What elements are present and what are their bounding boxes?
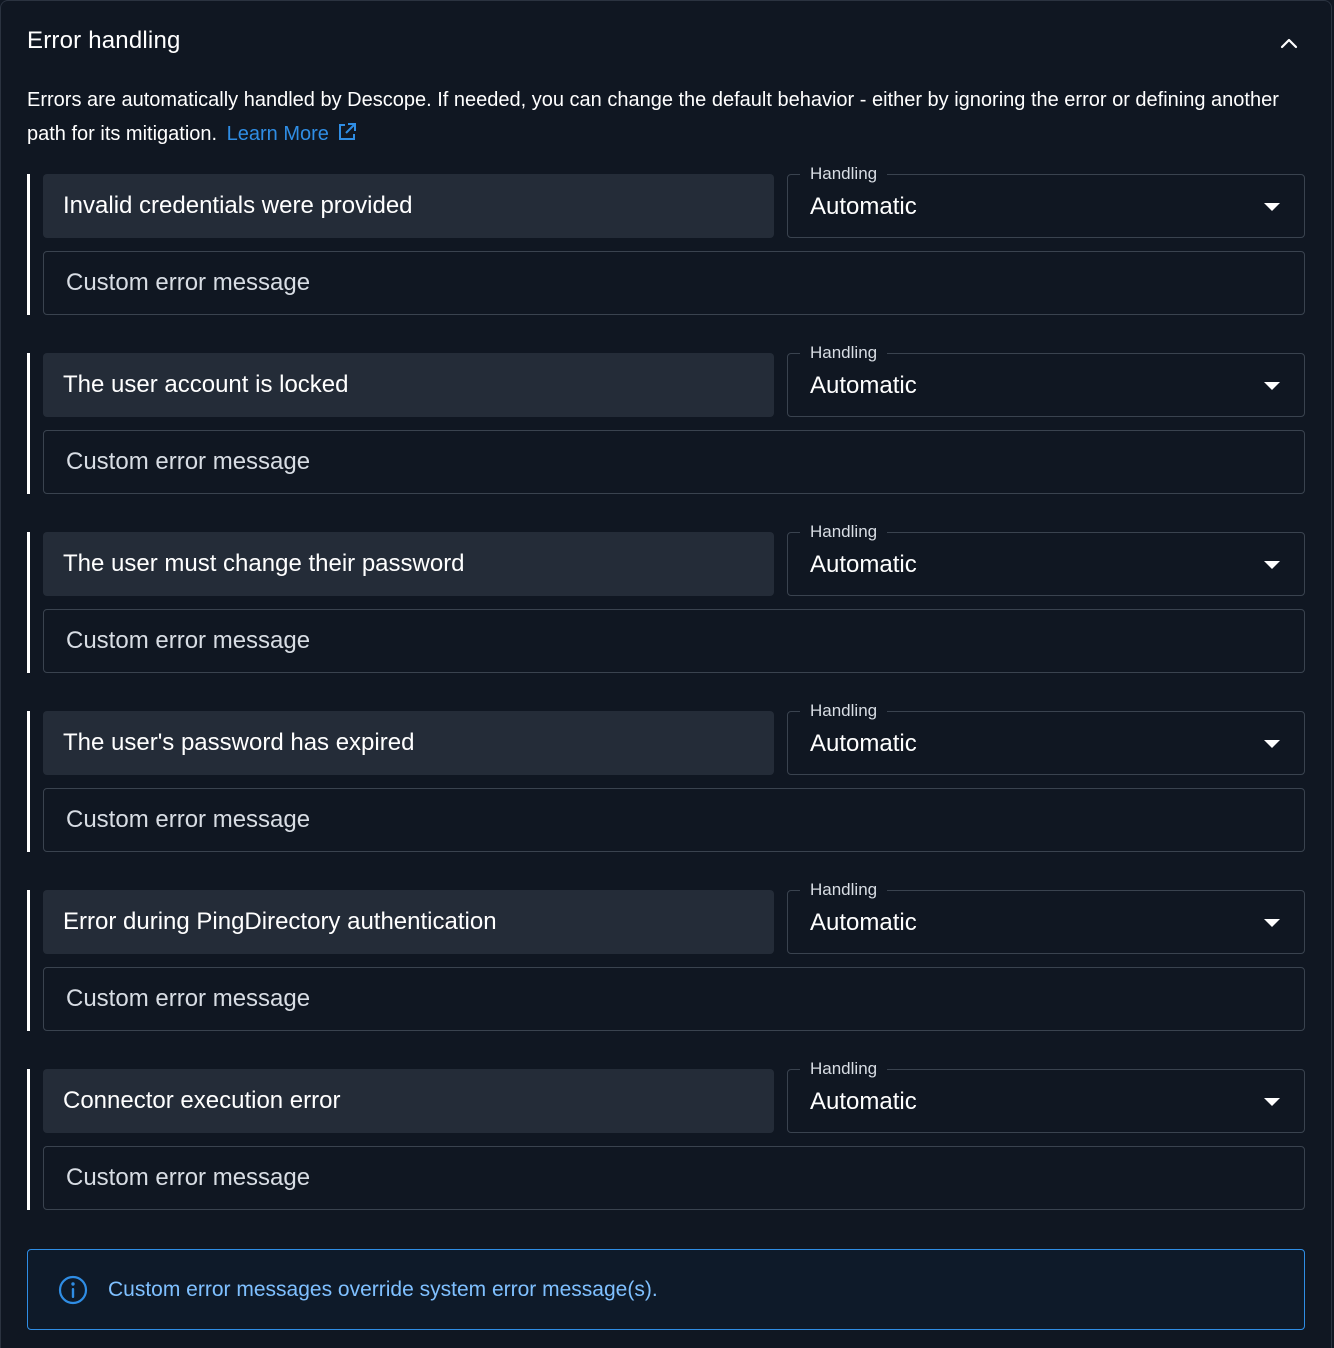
handling-value: Automatic bbox=[810, 372, 917, 399]
handling-select[interactable]: Handling Automatic bbox=[787, 522, 1305, 596]
dropdown-arrow-icon bbox=[1264, 203, 1280, 211]
group-indicator-bar bbox=[27, 532, 30, 673]
custom-error-message-input[interactable] bbox=[43, 967, 1305, 1031]
error-handling-panel: Error handling Errors are automatically … bbox=[0, 0, 1332, 1348]
group-indicator-bar bbox=[27, 174, 30, 315]
handling-value: Automatic bbox=[810, 909, 917, 936]
error-group: The user must change their password Hand… bbox=[27, 522, 1305, 673]
dropdown-arrow-icon bbox=[1264, 740, 1280, 748]
custom-error-message-input[interactable] bbox=[43, 251, 1305, 315]
description-text: Errors are automatically handled by Desc… bbox=[27, 89, 1279, 145]
learn-more-link[interactable]: Learn More bbox=[227, 123, 357, 145]
group-indicator-bar bbox=[27, 1069, 30, 1210]
handling-label: Handling bbox=[800, 343, 888, 363]
error-group: Error during PingDirectory authenticatio… bbox=[27, 880, 1305, 1031]
error-group: The user account is locked Handling Auto… bbox=[27, 343, 1305, 494]
handling-label: Handling bbox=[800, 701, 888, 721]
learn-more-label: Learn More bbox=[226, 123, 329, 145]
group-indicator-bar bbox=[27, 353, 30, 494]
handling-select[interactable]: Handling Automatic bbox=[787, 1059, 1305, 1133]
handling-select[interactable]: Handling Automatic bbox=[787, 164, 1305, 238]
error-label: The user account is locked bbox=[43, 353, 774, 417]
handling-value: Automatic bbox=[810, 551, 917, 578]
dropdown-arrow-icon bbox=[1264, 1098, 1280, 1106]
handling-select[interactable]: Handling Automatic bbox=[787, 343, 1305, 417]
error-group: Connector execution error Handling Autom… bbox=[27, 1059, 1305, 1210]
error-label: Invalid credentials were provided bbox=[43, 174, 774, 238]
info-alert: Custom error messages override system er… bbox=[27, 1249, 1305, 1330]
handling-value: Automatic bbox=[810, 193, 917, 220]
custom-error-message-input[interactable] bbox=[43, 1146, 1305, 1210]
panel-title: Error handling bbox=[27, 27, 181, 54]
error-group: Invalid credentials were provided Handli… bbox=[27, 164, 1305, 315]
error-group: The user's password has expired Handling… bbox=[27, 701, 1305, 852]
dropdown-arrow-icon bbox=[1264, 382, 1280, 390]
handling-label: Handling bbox=[800, 1059, 888, 1079]
description-block: Errors are automatically handled by Desc… bbox=[27, 83, 1287, 151]
error-label: The user must change their password bbox=[43, 532, 774, 596]
custom-error-message-input[interactable] bbox=[43, 609, 1305, 673]
error-label: Connector execution error bbox=[43, 1069, 774, 1133]
collapse-button[interactable] bbox=[1271, 25, 1307, 61]
handling-label: Handling bbox=[800, 880, 888, 900]
dropdown-arrow-icon bbox=[1264, 919, 1280, 927]
panel-header[interactable]: Error handling bbox=[1, 1, 1333, 83]
group-indicator-bar bbox=[27, 711, 30, 852]
custom-error-message-input[interactable] bbox=[43, 788, 1305, 852]
info-text: Custom error messages override system er… bbox=[108, 1278, 658, 1301]
error-label: The user's password has expired bbox=[43, 711, 774, 775]
external-link-icon bbox=[338, 123, 356, 140]
info-icon bbox=[58, 1275, 88, 1305]
error-label: Error during PingDirectory authenticatio… bbox=[43, 890, 774, 954]
handling-select[interactable]: Handling Automatic bbox=[787, 701, 1305, 775]
chevron-up-icon bbox=[1280, 38, 1298, 49]
group-indicator-bar bbox=[27, 890, 30, 1031]
handling-value: Automatic bbox=[810, 730, 917, 757]
handling-label: Handling bbox=[800, 522, 888, 542]
handling-select[interactable]: Handling Automatic bbox=[787, 880, 1305, 954]
handling-value: Automatic bbox=[810, 1088, 917, 1115]
custom-error-message-input[interactable] bbox=[43, 430, 1305, 494]
dropdown-arrow-icon bbox=[1264, 561, 1280, 569]
handling-label: Handling bbox=[800, 164, 888, 184]
